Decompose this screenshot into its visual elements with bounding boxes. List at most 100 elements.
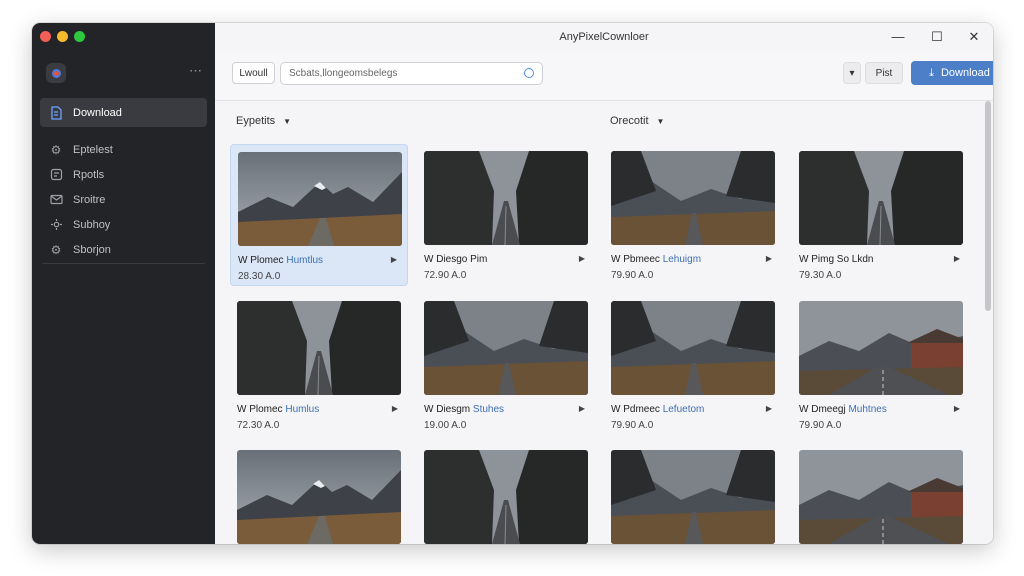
photo-title-highlight: Humtlus bbox=[286, 255, 324, 266]
photo-title: W Pdmeec Lefuetom bbox=[611, 404, 775, 415]
photo-meta: 19.00 A.0 bbox=[424, 420, 467, 431]
photo-title-text: W Diesgo Pim bbox=[424, 254, 488, 265]
sidebar-item-download[interactable]: Download bbox=[40, 98, 207, 127]
photo-thumbnail[interactable] bbox=[424, 450, 588, 544]
sort-dropdown-left[interactable]: Eypetits ▼ bbox=[236, 115, 291, 127]
photo-meta: 79.30 A.0 bbox=[799, 270, 842, 281]
sidebar-item-label: Subhoy bbox=[73, 218, 111, 231]
chevron-down-icon[interactable]: ▾ bbox=[843, 62, 861, 84]
photo-meta: 79.90 A.0 bbox=[611, 420, 654, 431]
photo-thumbnail[interactable] bbox=[237, 450, 401, 544]
cog-icon: ⚙ bbox=[50, 242, 62, 257]
photo-title-text: W Diesgm bbox=[424, 404, 471, 415]
photo-title-text: W Dmeegj bbox=[799, 404, 846, 415]
toolbar: Lwoull Scbats,llongeomsbelegs ▾ Pist ⤓ D… bbox=[215, 51, 993, 101]
sidebar-item-sborjon[interactable]: ⚙ Sborjon bbox=[40, 237, 207, 262]
plus-icon: ⤓ bbox=[929, 66, 934, 79]
photo-thumbnail[interactable] bbox=[238, 152, 402, 246]
play-arrow-icon[interactable]: ▶ bbox=[579, 254, 585, 263]
play-arrow-icon[interactable]: ▶ bbox=[766, 254, 772, 263]
minimize-window-button[interactable] bbox=[57, 31, 68, 42]
minimize-icon[interactable]: — bbox=[889, 29, 907, 44]
app-logo bbox=[46, 63, 66, 83]
photo-card[interactable]: ▶17.90 A.0 bbox=[604, 443, 782, 544]
sidebar-item-label: Sborjon bbox=[73, 243, 111, 256]
sidebar-item-label: Eptelest bbox=[73, 143, 113, 156]
photo-title-highlight: Stuhes bbox=[472, 404, 505, 415]
photo-card[interactable]: W Plomec Humtlus ▶ 28.30 A.0 bbox=[230, 144, 408, 286]
caret-down-icon: ▼ bbox=[656, 117, 665, 126]
photo-thumbnail[interactable] bbox=[611, 151, 775, 245]
sidebar-item-subhoy[interactable]: Subhoy bbox=[40, 212, 207, 237]
sidebar-item-sroitre[interactable]: Sroitre bbox=[40, 187, 207, 212]
report-icon bbox=[48, 167, 64, 183]
download-icon bbox=[48, 105, 64, 121]
photo-card[interactable]: W Pbmeec Lehuigm ▶ 79.90 A.0 bbox=[604, 144, 782, 286]
play-arrow-icon[interactable]: ▶ bbox=[391, 255, 397, 264]
zoom-window-button[interactable] bbox=[74, 31, 85, 42]
scroll-thumb[interactable] bbox=[985, 101, 991, 311]
settings-icon bbox=[48, 217, 64, 233]
title-bar: AnyPixelCownloer — ☐ ✕ bbox=[215, 23, 993, 51]
scrollbar[interactable] bbox=[985, 101, 991, 411]
photo-card[interactable]: W Dmeegj Muhtnes ▶ 79.90 A.0 bbox=[792, 294, 970, 436]
photo-card[interactable]: W Pdmeec Lefuetom ▶ 79.90 A.0 bbox=[604, 294, 782, 436]
photo-title-text: W Plomec bbox=[238, 255, 284, 266]
gear-icon: ⚙ bbox=[50, 142, 62, 157]
photo-title-text: W Pbmeec bbox=[611, 254, 660, 265]
photo-thumbnail[interactable] bbox=[799, 450, 963, 544]
photo-thumbnail[interactable] bbox=[424, 151, 588, 245]
photo-card[interactable]: W Plomec Humlus ▶ 72.30 A.0 bbox=[230, 294, 408, 436]
photo-card[interactable]: W Diesgm Stuhes ▶ 19.00 A.0 bbox=[417, 294, 595, 436]
photo-title: W Plomec Humlus bbox=[237, 404, 401, 415]
photo-title-text: W Pimg So Lkdn bbox=[799, 254, 874, 265]
play-arrow-icon[interactable]: ▶ bbox=[579, 404, 585, 413]
sidebar-item-eptelest[interactable]: ⚙ Eptelest bbox=[40, 137, 207, 162]
main-panel: AnyPixelCownloer — ☐ ✕ Lwoull Scbats,llo… bbox=[215, 23, 993, 544]
left-toolbar-button[interactable]: Lwoull bbox=[232, 62, 275, 84]
photo-thumbnail[interactable] bbox=[611, 301, 775, 395]
print-button[interactable]: Pist bbox=[865, 62, 903, 84]
photo-title: W Dmeegj Muhtnes bbox=[799, 404, 963, 415]
sidebar: ⋯ Download ⚙ Eptelest Rpotls Sroitre Sub… bbox=[32, 23, 215, 544]
close-window-button[interactable] bbox=[40, 31, 51, 42]
sidebar-item-rpotls[interactable]: Rpotls bbox=[40, 162, 207, 187]
maximize-icon[interactable]: ☐ bbox=[928, 29, 946, 45]
photo-thumbnail[interactable] bbox=[611, 450, 775, 544]
photo-title-text: W Pdmeec bbox=[611, 404, 660, 415]
play-arrow-icon[interactable]: ▶ bbox=[954, 254, 960, 263]
photo-title: W Plomec Humtlus bbox=[238, 255, 402, 266]
photo-title-highlight: Lehuigm bbox=[662, 254, 702, 265]
photo-thumbnail[interactable] bbox=[799, 151, 963, 245]
photo-card[interactable]: ▶17.90 A.0 bbox=[417, 443, 595, 544]
download-button[interactable]: ⤓ Download bbox=[911, 61, 993, 85]
sort-left-label: Eypetits bbox=[236, 115, 276, 127]
photo-meta: 28.30 A.0 bbox=[238, 271, 281, 282]
photo-title: W Diesgo Pim bbox=[424, 254, 588, 265]
close-icon[interactable]: ✕ bbox=[965, 29, 983, 45]
window-controls bbox=[40, 31, 85, 42]
play-arrow-icon[interactable]: ▶ bbox=[392, 404, 398, 413]
sort-dropdown-right[interactable]: Orecotit ▼ bbox=[610, 115, 664, 127]
photo-card[interactable]: ▶72.30 A.0 bbox=[230, 443, 408, 544]
photo-meta: 72.90 A.0 bbox=[424, 270, 467, 281]
search-icon[interactable] bbox=[524, 68, 534, 78]
search-input[interactable]: Scbats,llongeomsbelegs bbox=[280, 62, 543, 85]
sidebar-divider bbox=[42, 263, 205, 264]
content-area: Eypetits ▼ Orecotit ▼ W Plomec Humtlus ▶ 28.… bbox=[215, 101, 981, 544]
play-arrow-icon[interactable]: ▶ bbox=[766, 404, 772, 413]
photo-card[interactable]: W Pimg So Lkdn ▶ 79.30 A.0 bbox=[792, 144, 970, 286]
sidebar-nav: Download ⚙ Eptelest Rpotls Sroitre Subho… bbox=[40, 98, 207, 262]
photo-thumbnail[interactable] bbox=[237, 301, 401, 395]
photo-card[interactable]: ▶79.30 A.0 bbox=[792, 443, 970, 544]
sidebar-item-label: Download bbox=[73, 106, 122, 119]
more-icon[interactable]: ⋯ bbox=[189, 63, 203, 79]
mail-icon bbox=[48, 192, 64, 208]
photo-meta: 79.90 A.0 bbox=[799, 420, 842, 431]
sidebar-item-label: Rpotls bbox=[73, 168, 105, 181]
photo-card[interactable]: W Diesgo Pim ▶ 72.90 A.0 bbox=[417, 144, 595, 286]
photo-thumbnail[interactable] bbox=[799, 301, 963, 395]
play-arrow-icon[interactable]: ▶ bbox=[954, 404, 960, 413]
photo-meta: 72.30 A.0 bbox=[237, 420, 280, 431]
photo-thumbnail[interactable] bbox=[424, 301, 588, 395]
